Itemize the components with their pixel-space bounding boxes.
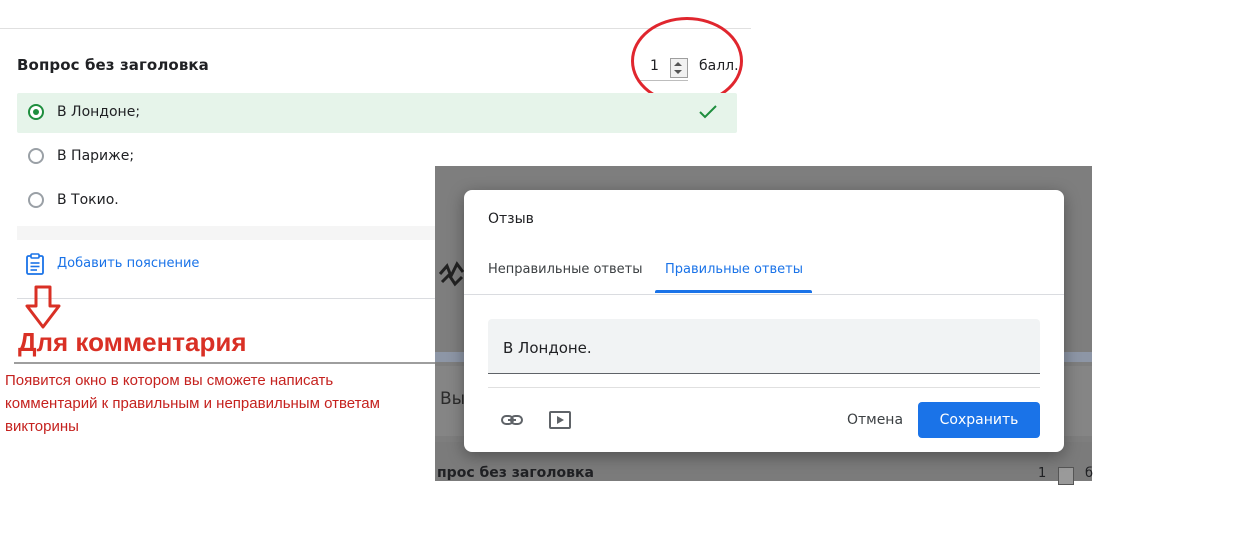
red-circle-highlight <box>631 17 743 105</box>
underlay-points-value: 1 <box>1038 466 1047 481</box>
arrow-down-icon <box>25 285 61 329</box>
annotation-underline <box>14 362 438 364</box>
clipboard-icon[interactable] <box>25 253 45 275</box>
scribble-image <box>438 261 465 287</box>
separator-strip <box>17 226 437 240</box>
section-divider <box>17 298 437 299</box>
option-label-2: В Париже; <box>57 148 135 164</box>
annotation-heading: Для комментария <box>18 327 247 357</box>
video-icon[interactable] <box>548 409 572 431</box>
feedback-text-value[interactable]: В Лондоне. <box>503 339 592 357</box>
checkmark-icon <box>699 105 717 119</box>
actions-divider <box>488 387 1040 388</box>
underlay-question-title: прос без заголовка <box>437 465 594 481</box>
annotation-text: Появится окно в котором вы сможете напис… <box>5 372 380 435</box>
link-icon[interactable] <box>500 409 524 431</box>
radio-option-2[interactable] <box>28 148 44 164</box>
tabs-divider <box>464 294 1064 295</box>
text-field-underline <box>488 373 1040 374</box>
option-label-1: В Лондоне; <box>57 104 141 120</box>
underlay-points-unit: б <box>1085 466 1094 481</box>
option-label-3: В Токио. <box>57 192 119 208</box>
cancel-button[interactable]: Отмена <box>838 403 912 437</box>
save-button[interactable]: Сохранить <box>918 402 1040 438</box>
question-title: Вопрос без заголовка <box>17 56 209 74</box>
tab-correct-answers[interactable]: Правильные ответы <box>665 262 803 277</box>
top-divider <box>0 28 751 29</box>
add-explanation-link[interactable]: Добавить пояснение <box>57 256 199 271</box>
dialog-title: Отзыв <box>488 211 534 227</box>
active-tab-indicator <box>655 290 812 293</box>
tab-incorrect-answers[interactable]: Неправильные ответы <box>488 262 643 277</box>
radio-option-3[interactable] <box>28 192 44 208</box>
underlay-button-text: Вы <box>440 389 466 409</box>
radio-option-1[interactable] <box>28 104 44 120</box>
underlay-stepper <box>1058 467 1074 485</box>
